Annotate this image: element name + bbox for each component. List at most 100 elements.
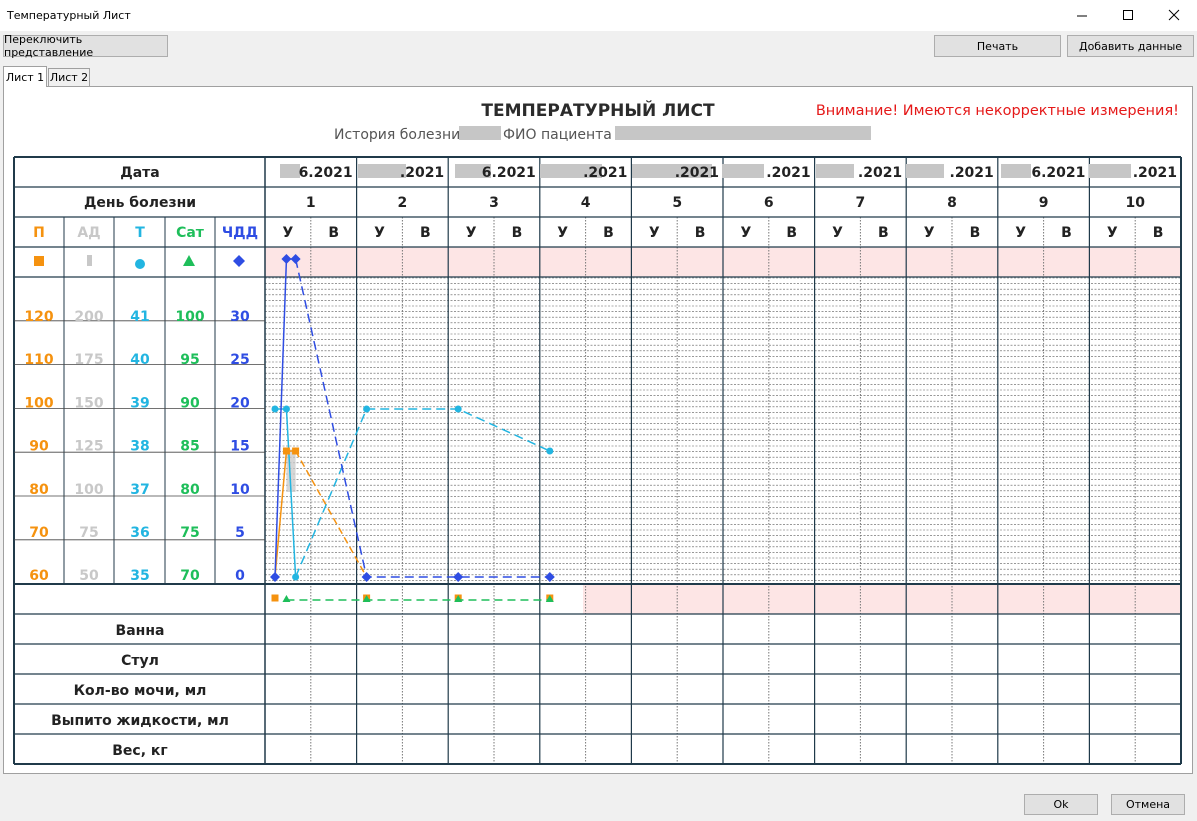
scale-value: 125 xyxy=(74,439,103,455)
day-cell: 2 xyxy=(398,195,408,211)
pulse-point xyxy=(292,447,300,455)
respiration-point xyxy=(270,572,280,582)
day-cell: 5 xyxy=(672,195,682,211)
scale-value: 15 xyxy=(230,439,249,455)
morning-cell: У xyxy=(466,225,477,241)
history-label: История болезни xyxy=(334,127,460,143)
day-cell: 6 xyxy=(764,195,774,211)
evening-cell: В xyxy=(970,225,981,241)
scale-value: 90 xyxy=(29,439,49,455)
temperature-sheet: ТЕМПЕРАТУРНЫЙ ЛИСТ Внимание! Имеются нек… xyxy=(13,99,1182,765)
evening-cell: В xyxy=(328,225,339,241)
scale-values: 1201101009080706020017515012510075504140… xyxy=(24,309,250,584)
warning-text: Внимание! Имеются некорректные измерения… xyxy=(816,103,1179,119)
evening-cell: В xyxy=(695,225,706,241)
morning-cell: У xyxy=(283,225,294,241)
date-row-label: Дата xyxy=(120,165,159,181)
scale-value: 80 xyxy=(180,482,200,498)
scale-value: 70 xyxy=(29,525,49,541)
scale-value: 75 xyxy=(79,525,98,541)
pulse-point xyxy=(271,594,279,602)
date-cell: .2021 xyxy=(1133,165,1177,181)
tab-sheet-1[interactable]: Лист 1 xyxy=(3,66,47,87)
saturation-point xyxy=(282,595,291,602)
bottom-row-label: Вес, кг xyxy=(112,743,167,759)
date-cell: .2021 xyxy=(858,165,902,181)
date-redacted xyxy=(1089,164,1131,178)
history-number-redacted xyxy=(459,126,501,140)
temperature-line-dashed xyxy=(294,408,551,578)
scale-value: 110 xyxy=(24,352,53,368)
bottom-row-label: Ванна xyxy=(116,623,165,639)
evening-cell: В xyxy=(1153,225,1164,241)
day-cells: 1 2 3 4 5 6 7 8 9 10 xyxy=(306,195,1145,211)
scale-value: 150 xyxy=(74,395,103,411)
scale-value: 40 xyxy=(130,352,150,368)
date-redacted xyxy=(280,164,300,178)
scale-value: 100 xyxy=(24,395,53,411)
temperature-point xyxy=(363,405,371,413)
evening-cell: В xyxy=(878,225,889,241)
pulse-marker-icon xyxy=(34,256,44,266)
sheet-title: ТЕМПЕРАТУРНЫЙ ЛИСТ xyxy=(481,99,715,121)
scale-value: 85 xyxy=(180,439,199,455)
scale-value: 25 xyxy=(230,352,249,368)
scale-value: 20 xyxy=(230,395,250,411)
date-cell: .2021 xyxy=(583,165,627,181)
date-redacted xyxy=(358,164,406,178)
morning-cell: У xyxy=(832,225,843,241)
evening-cell: В xyxy=(1061,225,1072,241)
scale-value: 80 xyxy=(29,482,49,498)
date-cell: .2021 xyxy=(400,165,444,181)
temperature-point xyxy=(546,447,554,455)
scale-value: 10 xyxy=(230,482,250,498)
scale-headers: П АД Т Сат ЧДД xyxy=(33,225,258,241)
evening-cell: В xyxy=(786,225,797,241)
scale-header: Сат xyxy=(176,225,205,241)
temperature-point xyxy=(271,405,279,413)
scale-value: 37 xyxy=(130,482,149,498)
date-cell: 6.2021 xyxy=(1031,165,1085,181)
scale-value: 0 xyxy=(235,568,245,584)
saturation-marker-icon xyxy=(183,255,195,266)
morning-cell: У xyxy=(1015,225,1026,241)
date-cell: 6.2021 xyxy=(482,165,536,181)
morning-cell: У xyxy=(649,225,660,241)
bottom-row-label: Выпито жидкости, мл xyxy=(51,713,229,729)
morning-cell: У xyxy=(741,225,752,241)
scale-value: 30 xyxy=(230,309,250,325)
day-cell: 8 xyxy=(947,195,957,211)
scale-value: 100 xyxy=(74,482,103,498)
day-cell: 10 xyxy=(1125,195,1145,211)
date-cell: .2021 xyxy=(675,165,719,181)
ok-button[interactable]: Ok xyxy=(1024,794,1098,815)
cancel-button[interactable]: Отмена xyxy=(1111,794,1185,815)
scale-value: 75 xyxy=(180,525,199,541)
date-cell: .2021 xyxy=(766,165,810,181)
day-cell: 1 xyxy=(306,195,316,211)
scale-header: ЧДД xyxy=(222,225,258,241)
date-redacted xyxy=(722,164,764,178)
scale-value: 5 xyxy=(235,525,245,541)
scale-header: АД xyxy=(77,225,100,241)
scale-value: 175 xyxy=(74,352,103,368)
scale-value: 100 xyxy=(175,309,204,325)
day-cell: 3 xyxy=(489,195,499,211)
scale-value: 36 xyxy=(130,525,149,541)
evening-cell: В xyxy=(603,225,614,241)
morning-cell: У xyxy=(374,225,385,241)
scale-value: 90 xyxy=(180,395,200,411)
day-cell: 9 xyxy=(1039,195,1049,211)
scale-value: 95 xyxy=(180,352,199,368)
scale-value: 60 xyxy=(29,568,49,584)
scale-header: Т xyxy=(135,225,145,241)
day-cell: 4 xyxy=(581,195,591,211)
date-cell: .2021 xyxy=(950,165,994,181)
scale-value: 38 xyxy=(130,439,149,455)
morning-cell: У xyxy=(557,225,568,241)
date-cells: 6.2021 .2021 6.2021 .2021 .2021 .2021 .2021 .20… xyxy=(280,164,1177,181)
day-cell: 7 xyxy=(856,195,866,211)
date-cell: 6.2021 xyxy=(299,165,353,181)
scale-value: 39 xyxy=(130,395,149,411)
pulse-point xyxy=(282,447,290,455)
